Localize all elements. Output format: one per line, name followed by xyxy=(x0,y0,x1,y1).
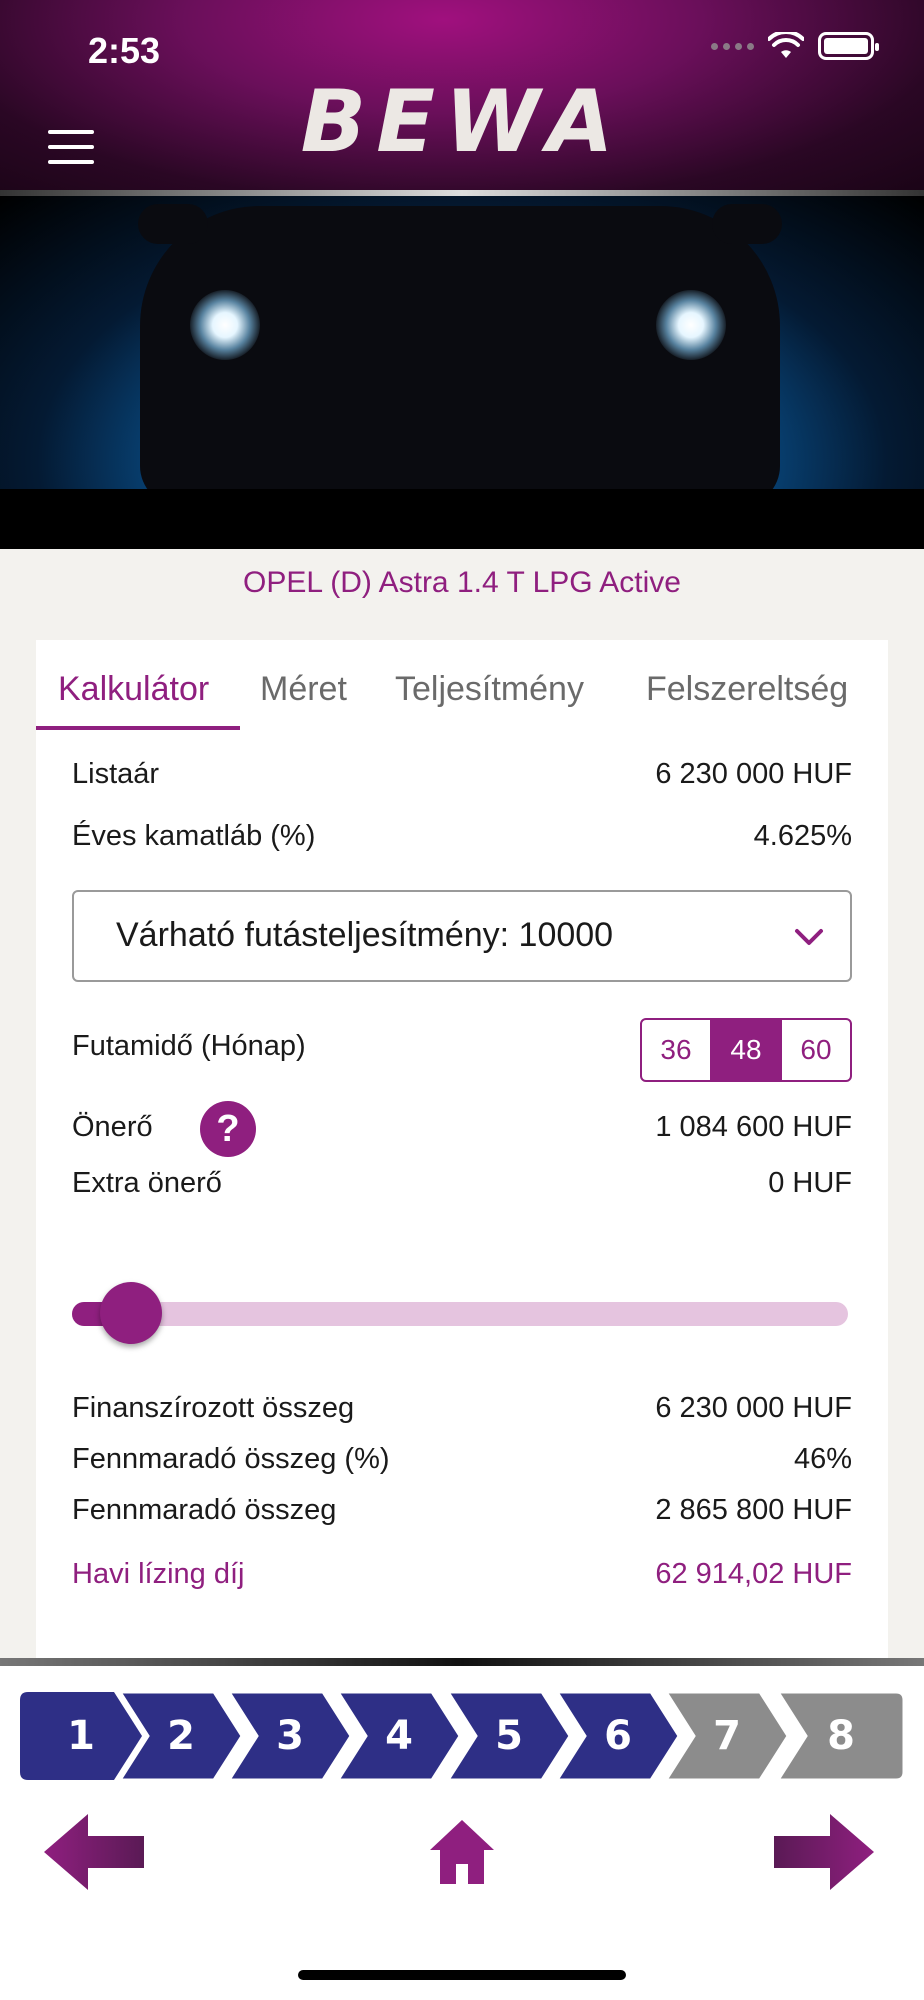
app-header: 2:53 BEWA xyxy=(0,0,924,196)
residual-label: Fennmaradó összeg xyxy=(72,1494,337,1526)
step-6[interactable]: 6 xyxy=(557,1692,679,1780)
down-payment-value: 1 084 600 HUF xyxy=(655,1111,852,1143)
arrow-left-icon[interactable] xyxy=(44,1814,144,1890)
arrow-right-icon[interactable] xyxy=(774,1814,874,1890)
list-price-label: Listaár xyxy=(72,758,160,790)
battery-icon xyxy=(818,32,879,60)
tab-teljesitmeny[interactable]: Teljesítmény xyxy=(395,670,584,709)
mileage-dropdown[interactable]: Várható futásteljesítmény: 10000 xyxy=(72,890,852,982)
interest-label: Éves kamatláb (%) xyxy=(72,820,316,852)
car-model-title: OPEL (D) Astra 1.4 T LPG Active xyxy=(243,566,681,599)
extra-down-slider-thumb[interactable] xyxy=(100,1282,162,1344)
bottom-divider xyxy=(0,1658,924,1666)
tab-bar: Kalkulátor Méret Teljesítmény Felszerelt… xyxy=(36,640,888,732)
calculator-card: Kalkulátor Méret Teljesítmény Felszerelt… xyxy=(36,640,888,1660)
question-icon[interactable]: ? xyxy=(200,1101,256,1157)
step-2-label: 2 xyxy=(167,1713,195,1759)
mileage-dropdown-value: Várható futásteljesítmény: 10000 xyxy=(116,916,614,954)
monthly-fee-label: Havi lízing díj xyxy=(72,1558,245,1590)
step-4[interactable]: 4 xyxy=(338,1692,460,1780)
step-8[interactable]: 8 xyxy=(778,1692,904,1780)
signal-icon xyxy=(711,42,754,50)
status-time: 2:53 xyxy=(88,30,161,71)
step-6-label: 6 xyxy=(604,1713,632,1759)
residual-value: 2 865 800 HUF xyxy=(655,1494,852,1526)
term-label: Futamidő (Hónap) xyxy=(72,1030,306,1062)
step-3-label: 3 xyxy=(276,1713,304,1759)
extra-down-row: Extra önerő 0 HUF xyxy=(72,1167,852,1200)
extra-down-label: Extra önerő xyxy=(72,1167,222,1199)
term-selector: 36 48 60 xyxy=(640,1018,852,1082)
residual-pct-label: Fennmaradó összeg (%) xyxy=(72,1443,390,1475)
step-7-label: 7 xyxy=(713,1713,741,1759)
active-tab-indicator xyxy=(36,726,240,730)
step-4-label: 4 xyxy=(385,1713,413,1759)
bewa-logo: BEWA xyxy=(300,72,624,172)
term-option-36[interactable]: 36 xyxy=(642,1020,710,1080)
tab-felszereltseg[interactable]: Felszereltség xyxy=(646,670,848,709)
monthly-fee-row: Havi lízing díj 62 914,02 HUF xyxy=(72,1558,852,1591)
down-payment-label: Önerő xyxy=(72,1111,153,1143)
financed-label: Finanszírozott összeg xyxy=(72,1392,355,1424)
residual-row: Fennmaradó összeg 2 865 800 HUF xyxy=(72,1494,852,1527)
status-icons xyxy=(711,32,879,60)
home-indicator-bar xyxy=(298,1970,626,1980)
monthly-fee-value: 62 914,02 HUF xyxy=(655,1558,852,1590)
step-5[interactable]: 5 xyxy=(448,1692,570,1780)
chevron-down-icon xyxy=(795,929,823,945)
step-5-label: 5 xyxy=(495,1713,523,1759)
financed-value: 6 230 000 HUF xyxy=(655,1392,852,1424)
financed-row: Finanszírozott összeg 6 230 000 HUF xyxy=(72,1392,852,1425)
hamburger-icon[interactable] xyxy=(48,130,94,164)
extra-down-value: 0 HUF xyxy=(768,1167,852,1199)
list-price-row: Listaár 6 230 000 HUF xyxy=(72,758,852,791)
term-option-48[interactable]: 48 xyxy=(710,1020,780,1080)
step-7[interactable]: 7 xyxy=(666,1692,788,1780)
list-price-value: 6 230 000 HUF xyxy=(655,758,852,790)
tab-kalkulator[interactable]: Kalkulátor xyxy=(58,670,209,709)
interest-row: Éves kamatláb (%) 4.625% xyxy=(72,820,852,853)
residual-pct-row: Fennmaradó összeg (%) 46% xyxy=(72,1443,852,1476)
tab-meret[interactable]: Méret xyxy=(260,670,347,709)
term-option-60[interactable]: 60 xyxy=(780,1020,850,1080)
down-payment-row: Önerő 1 084 600 HUF xyxy=(72,1111,852,1144)
extra-down-slider-track[interactable] xyxy=(72,1302,848,1326)
headlight-left xyxy=(190,290,260,360)
step-8-label: 8 xyxy=(827,1713,855,1759)
step-3[interactable]: 3 xyxy=(229,1692,351,1780)
interest-value: 4.625% xyxy=(753,820,852,852)
residual-pct-value: 46% xyxy=(793,1443,852,1475)
wifi-icon xyxy=(768,32,804,58)
step-indicator: 1 2 3 4 5 6 7 8 xyxy=(20,1692,904,1780)
home-icon[interactable] xyxy=(428,1818,496,1886)
headlight-right xyxy=(656,290,726,360)
car-hero-image xyxy=(0,196,924,549)
step-2[interactable]: 2 xyxy=(120,1692,242,1780)
